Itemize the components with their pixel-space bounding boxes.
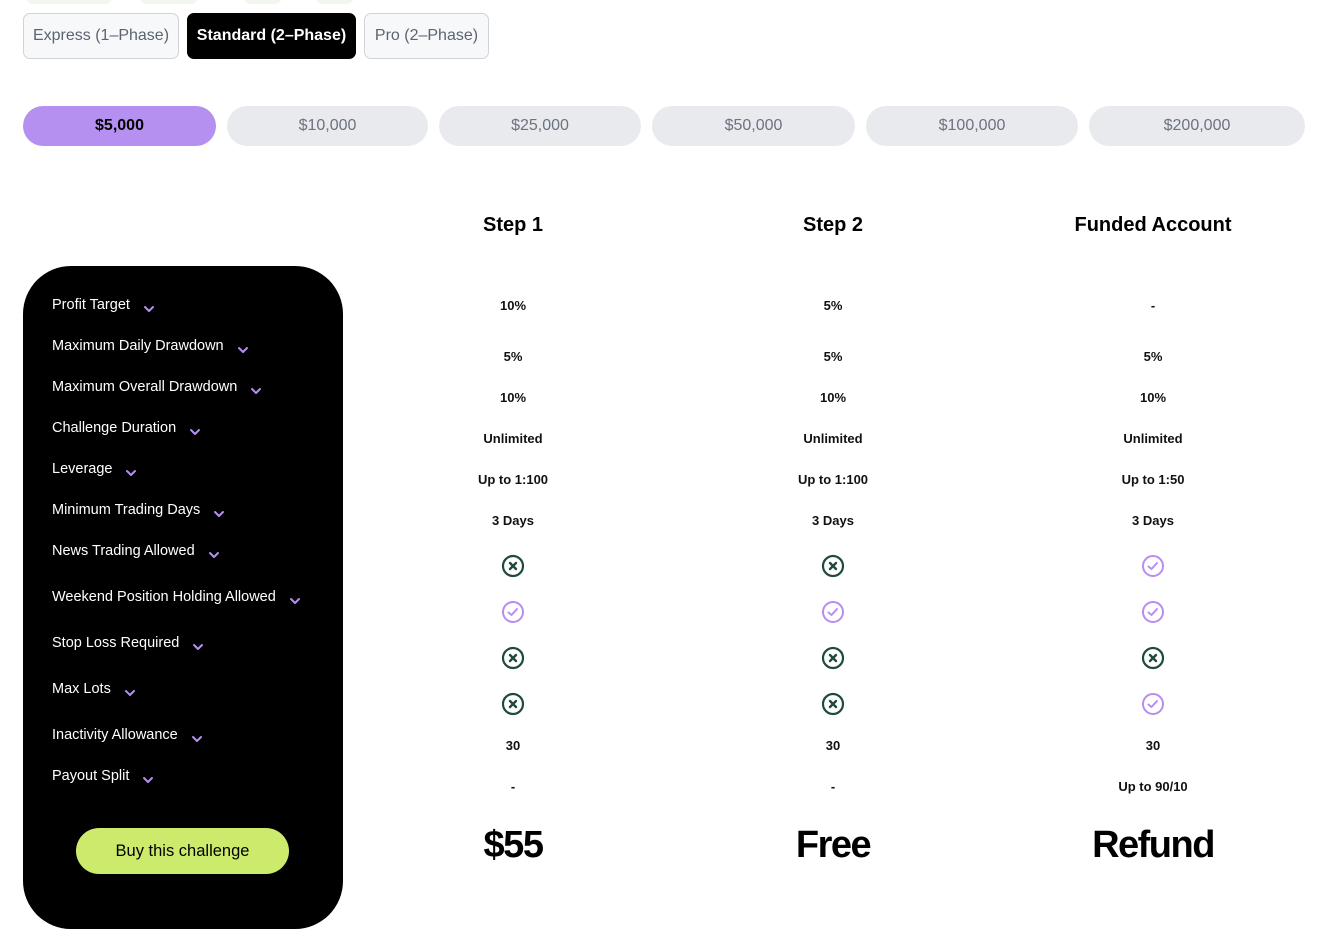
chevron-down-icon[interactable] <box>125 465 137 476</box>
feature-value: Unlimited <box>483 431 543 446</box>
amount-200000[interactable]: $200,000 <box>1089 106 1305 146</box>
feature-label: Challenge Duration <box>52 420 177 436</box>
feature-value: Unlimited <box>803 431 863 446</box>
x-circle-icon <box>821 692 845 716</box>
feature-value: 5% <box>823 349 843 364</box>
feature-row[interactable]: Inactivity Allowance <box>52 727 203 743</box>
price-funded: Refund <box>1092 824 1215 866</box>
feature-value: - <box>510 779 516 794</box>
price-step-1: $55 <box>483 824 544 866</box>
feature-value: 3 Days <box>1132 513 1174 528</box>
amount-25000[interactable]: $25,000 <box>439 106 641 146</box>
check-circle-icon <box>501 600 525 624</box>
decorative-shape <box>140 0 198 4</box>
feature-value: 5% <box>823 298 843 313</box>
feature-label: Weekend Position Holding Allowed <box>52 589 276 605</box>
x-circle-icon <box>501 692 525 716</box>
feature-label: News Trading Allowed <box>52 543 195 559</box>
column-header-step-1: Step 1 <box>482 214 544 236</box>
check-circle-icon <box>1141 600 1165 624</box>
feature-value: Up to 1:100 <box>477 472 549 487</box>
chevron-down-icon[interactable] <box>142 772 154 783</box>
column-header-funded: Funded Account <box>1074 214 1232 236</box>
x-circle-icon <box>821 554 845 578</box>
feature-value: - <box>1150 298 1156 313</box>
feature-row[interactable]: Leverage <box>52 461 137 477</box>
amount-100000[interactable]: $100,000 <box>866 106 1078 146</box>
buy-challenge-button[interactable]: Buy this challenge <box>76 828 289 874</box>
chevron-down-icon[interactable] <box>213 506 225 517</box>
chevron-down-icon[interactable] <box>143 301 155 312</box>
feature-value: Up to 1:50 <box>1121 472 1185 487</box>
decorative-shape <box>244 0 282 4</box>
tab-pro[interactable]: Pro (2–Phase) <box>364 13 489 59</box>
feature-label: Leverage <box>52 461 113 477</box>
amount-50000[interactable]: $50,000 <box>652 106 855 146</box>
feature-row[interactable]: Stop Loss Required <box>52 635 204 651</box>
feature-row[interactable]: Max Lots <box>52 681 136 697</box>
feature-label: Maximum Daily Drawdown <box>52 338 224 354</box>
feature-value: 10% <box>499 390 527 405</box>
chevron-down-icon[interactable] <box>191 731 203 742</box>
chevron-down-icon[interactable] <box>189 424 201 435</box>
chevron-down-icon[interactable] <box>250 383 262 394</box>
check-circle-icon <box>1141 692 1165 716</box>
check-circle-icon <box>1141 554 1165 578</box>
chevron-down-icon[interactable] <box>237 342 249 353</box>
x-circle-icon <box>501 646 525 670</box>
column-header-step-2: Step 2 <box>802 214 864 236</box>
chevron-down-icon[interactable] <box>208 547 220 558</box>
feature-row[interactable]: News Trading Allowed <box>52 543 220 559</box>
features-panel: Profit Target Maximum Daily Drawdown Maxim… <box>23 266 343 929</box>
feature-value: 5% <box>1143 349 1163 364</box>
feature-value: 30 <box>825 738 841 753</box>
feature-row[interactable]: Minimum Trading Days <box>52 502 225 518</box>
feature-row[interactable]: Maximum Overall Drawdown <box>52 379 262 395</box>
feature-value: 10% <box>1139 390 1167 405</box>
feature-value: 10% <box>819 390 847 405</box>
feature-value: Up to 1:100 <box>797 472 869 487</box>
feature-row[interactable]: Maximum Daily Drawdown <box>52 338 249 354</box>
phase-tabs: Express (1–Phase) Standard (2–Phase) Pro… <box>23 13 489 59</box>
price-step-2: Free <box>795 824 872 866</box>
feature-label: Minimum Trading Days <box>52 502 201 518</box>
feature-label: Stop Loss Required <box>52 635 180 651</box>
chevron-down-icon[interactable] <box>124 685 136 696</box>
decorative-shape <box>316 0 354 4</box>
feature-row[interactable]: Profit Target <box>52 297 155 313</box>
feature-value: 3 Days <box>492 513 534 528</box>
chevron-down-icon[interactable] <box>192 639 204 650</box>
feature-row[interactable]: Payout Split <box>52 768 154 784</box>
feature-label: Payout Split <box>52 768 130 784</box>
amount-5000[interactable]: $5,000 <box>23 106 216 146</box>
feature-value: - <box>830 779 836 794</box>
feature-value: 30 <box>1145 738 1161 753</box>
feature-row[interactable]: Challenge Duration <box>52 420 201 436</box>
feature-value: 5% <box>503 349 523 364</box>
amount-10000[interactable]: $10,000 <box>227 106 428 146</box>
chevron-down-icon[interactable] <box>289 593 301 604</box>
decorative-shape <box>26 0 112 4</box>
tab-standard[interactable]: Standard (2–Phase) <box>187 13 356 59</box>
account-size-selector: $5,000 $10,000 $25,000 $50,000 $100,000 … <box>23 106 1305 146</box>
feature-value: Up to 90/10 <box>1118 779 1188 794</box>
feature-label: Inactivity Allowance <box>52 727 178 743</box>
x-circle-icon <box>501 554 525 578</box>
feature-value: 10% <box>499 298 527 313</box>
feature-label: Max Lots <box>52 681 111 697</box>
feature-label: Maximum Overall Drawdown <box>52 379 238 395</box>
x-circle-icon <box>821 646 845 670</box>
feature-value: 3 Days <box>812 513 854 528</box>
check-circle-icon <box>821 600 845 624</box>
x-circle-icon <box>1141 646 1165 670</box>
feature-value: 30 <box>505 738 521 753</box>
tab-express[interactable]: Express (1–Phase) <box>23 13 179 59</box>
feature-value: Unlimited <box>1123 431 1183 446</box>
feature-label: Profit Target <box>52 297 130 313</box>
feature-row[interactable]: Weekend Position Holding Allowed <box>52 589 301 605</box>
